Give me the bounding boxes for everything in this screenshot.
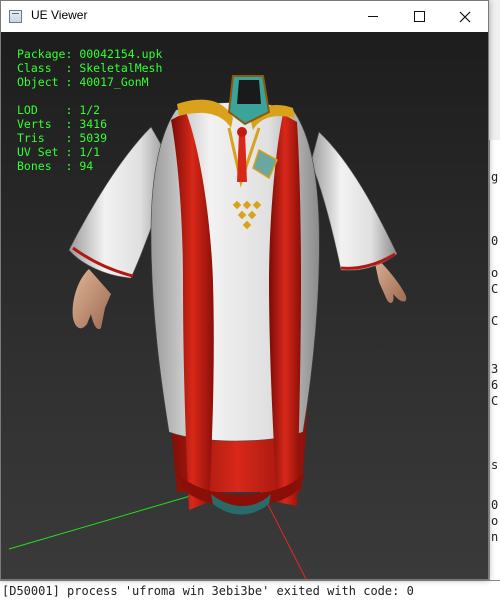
left-hand: [72, 269, 111, 330]
info-row: Tris : 5039: [17, 131, 162, 145]
info-value: 1/1: [79, 145, 101, 159]
3d-viewport[interactable]: Package: 00042154.upk Class : SkeletalMes…: [1, 32, 488, 579]
console-char: g: [491, 170, 499, 184]
close-icon: [459, 11, 471, 22]
info-value: 3416: [79, 117, 108, 131]
console-text-strip: g0oCC36Cs0on: [489, 140, 500, 580]
console-char: 3: [491, 362, 499, 376]
info-row: Package: 00042154.upk: [17, 47, 162, 61]
info-key: Object :: [17, 75, 80, 89]
info-row: UV Set : 1/1: [17, 145, 162, 159]
info-row: Object : 40017_GonM: [17, 75, 162, 89]
close-button[interactable]: [442, 1, 488, 32]
info-key: Class :: [17, 61, 80, 75]
info-row: Bones : 94: [17, 159, 162, 173]
info-row: Class : SkeletalMesh: [17, 61, 162, 75]
console-bottom-line: [D50001] process 'ufroma win 3ebi3be' ex…: [0, 580, 500, 600]
info-key: Bones :: [17, 159, 80, 173]
axis-y-line: [8, 491, 205, 550]
info-value: 40017_GonM: [79, 75, 149, 89]
console-char: C: [491, 394, 499, 408]
console-char: o: [491, 514, 499, 528]
maximize-icon: [413, 11, 425, 22]
ue-viewer-window[interactable]: UE Viewer Package: 00042154.upk Class: …: [0, 0, 489, 580]
info-key: LOD :: [17, 103, 80, 117]
console-char: n: [491, 530, 499, 544]
minimize-icon: [368, 16, 378, 17]
console-char: o: [491, 266, 499, 280]
info-key: UV Set :: [17, 145, 80, 159]
maximize-button[interactable]: [396, 1, 442, 32]
info-value: 1/2: [79, 103, 101, 117]
console-char: s: [491, 458, 499, 472]
info-key: Package:: [17, 47, 80, 61]
info-value: 00042154.upk: [79, 47, 163, 61]
window-title: UE Viewer: [31, 8, 88, 22]
console-char: 6: [491, 378, 499, 392]
info-key: Tris :: [17, 131, 80, 145]
console-char: 0: [491, 498, 499, 512]
minimize-button[interactable]: [350, 1, 396, 32]
info-value: 5039: [79, 131, 108, 145]
right-sleeve: [310, 131, 398, 271]
app-window-icon: [9, 10, 22, 23]
info-value: 94: [79, 159, 94, 173]
info-value: SkeletalMesh: [79, 61, 163, 75]
info-row: Verts : 3416: [17, 117, 162, 131]
info-row: LOD : 1/2: [17, 103, 162, 117]
mesh-info-panel: Package: 00042154.upk Class : SkeletalMes…: [17, 47, 162, 173]
info-spacer: [17, 89, 162, 103]
info-key: Verts :: [17, 117, 80, 131]
console-char: C: [491, 314, 499, 328]
console-char: C: [491, 282, 499, 296]
console-char: 0: [491, 234, 499, 248]
title-bar[interactable]: UE Viewer: [1, 1, 488, 32]
